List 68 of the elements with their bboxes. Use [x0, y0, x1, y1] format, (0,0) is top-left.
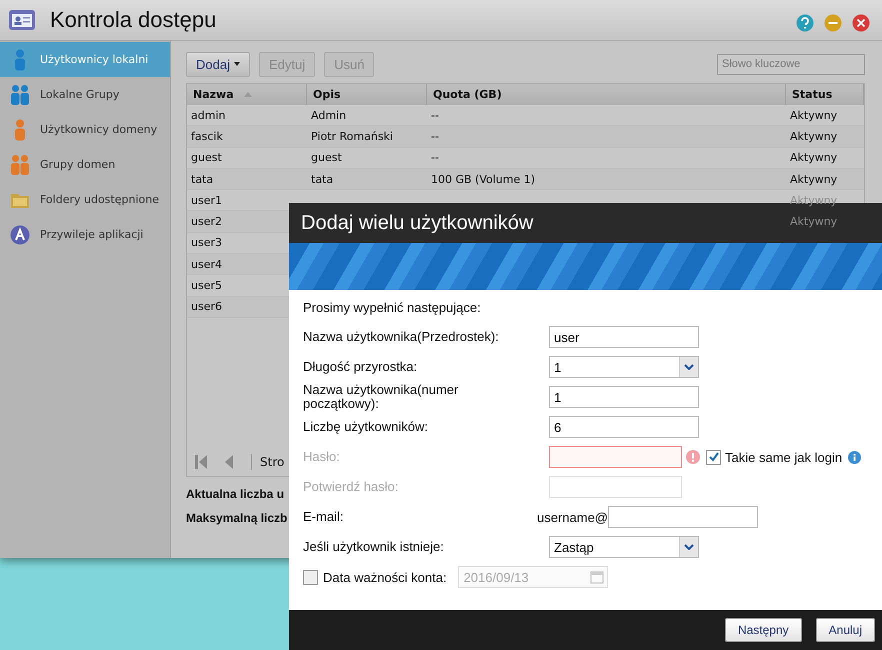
table-cell: Aktywny	[790, 130, 838, 143]
people-icon	[10, 84, 30, 106]
sidebar-item[interactable]: Przywileje aplikacji	[0, 217, 170, 252]
help-icon[interactable]	[796, 14, 814, 32]
dropdown[interactable]: 1	[549, 356, 699, 378]
text-field[interactable]: 1	[549, 386, 699, 408]
toolbar-button[interactable]: Dodaj	[186, 52, 250, 76]
text-field[interactable]: 6	[549, 416, 699, 438]
table-cell: Aktywny	[790, 172, 838, 186]
sidebar-item[interactable]: Foldery udostępnione	[0, 182, 170, 217]
minimize-icon[interactable]	[824, 14, 842, 32]
table-cell-text: user5	[190, 278, 223, 294]
sidebar-item[interactable]: Grupy domen	[0, 147, 170, 182]
user-count-label: Maksymalną liczb	[186, 511, 288, 525]
sidebar-item[interactable]: Lokalne Grupy	[0, 77, 170, 112]
calendar-icon[interactable]	[590, 570, 604, 584]
people-icon	[10, 154, 30, 176]
table-cell: Admin	[311, 108, 346, 122]
field-label: Nazwa użytkownika(numer początkowy):	[303, 382, 460, 412]
table-cell: --	[431, 151, 439, 164]
field-label: Nazwa użytkownika(Przedrostek):	[303, 330, 500, 344]
intro-text: Prosimy wypełnić następujące:	[303, 300, 482, 317]
table-cell-text: admin	[190, 108, 226, 124]
table-cell-text: user4	[190, 256, 223, 273]
field-label: Data ważności konta:	[323, 570, 447, 584]
checkbox-label: Takie same jak login	[725, 450, 842, 464]
table-cell-text: fascik	[190, 128, 224, 145]
text-field[interactable]: user	[549, 326, 699, 348]
dialog-button[interactable]: Następny	[724, 618, 802, 642]
table-cell-text: guest	[190, 150, 223, 166]
field-label: Hasło:	[303, 450, 341, 464]
first-page-icon[interactable]	[195, 455, 207, 469]
chevron-down-icon	[684, 364, 694, 370]
chevron-down-icon	[684, 544, 694, 550]
table-cell: tata	[311, 172, 334, 186]
table-cell-text: user3	[190, 235, 223, 252]
window-title: Kontrola dostępu	[50, 7, 216, 33]
table-cell-text: tata	[190, 172, 214, 188]
table-cell: 100 GB (Volume 1)	[431, 172, 536, 186]
dialog-button[interactable]: Anuluj	[816, 618, 875, 642]
email-prefix: username@	[537, 510, 608, 524]
email-field[interactable]	[608, 506, 758, 528]
error-icon	[686, 450, 700, 464]
close-icon[interactable]	[852, 14, 870, 32]
table-cell: --	[431, 130, 439, 143]
dropdown[interactable]: Zastąp	[549, 536, 699, 558]
table-cell-text: user1	[190, 192, 223, 209]
search-field[interactable]: Słowo kluczowe	[717, 54, 865, 74]
field-label: Długość przyrostka:	[303, 360, 418, 374]
field-label: Liczbę użytkowników:	[303, 420, 429, 434]
table-cell-text: user6	[190, 299, 223, 316]
page-label: Stro	[260, 455, 284, 469]
table-cell: Piotr Romański	[311, 130, 393, 143]
letter-a-circle-icon	[10, 224, 30, 244]
user-count-label: Aktualna liczba u	[186, 487, 284, 501]
contact-card-icon	[8, 8, 36, 32]
info-icon[interactable]	[848, 450, 862, 464]
table-cell: Aktywny	[790, 151, 838, 164]
table-cell: Aktywny	[790, 108, 838, 122]
table-cell-text: user2	[190, 214, 223, 230]
table-cell: Aktywny	[790, 215, 838, 228]
table-cell: guest	[311, 151, 342, 164]
sidebar-item[interactable]: Użytkownicy domeny	[0, 112, 170, 147]
table-cell: --	[431, 108, 439, 122]
field-label: Potwierdź hasło:	[303, 480, 400, 494]
field-label: Jeśli użytkownik istnieje:	[303, 540, 445, 554]
previous-page-icon[interactable]	[225, 455, 233, 469]
checkbox[interactable]	[303, 570, 318, 584]
